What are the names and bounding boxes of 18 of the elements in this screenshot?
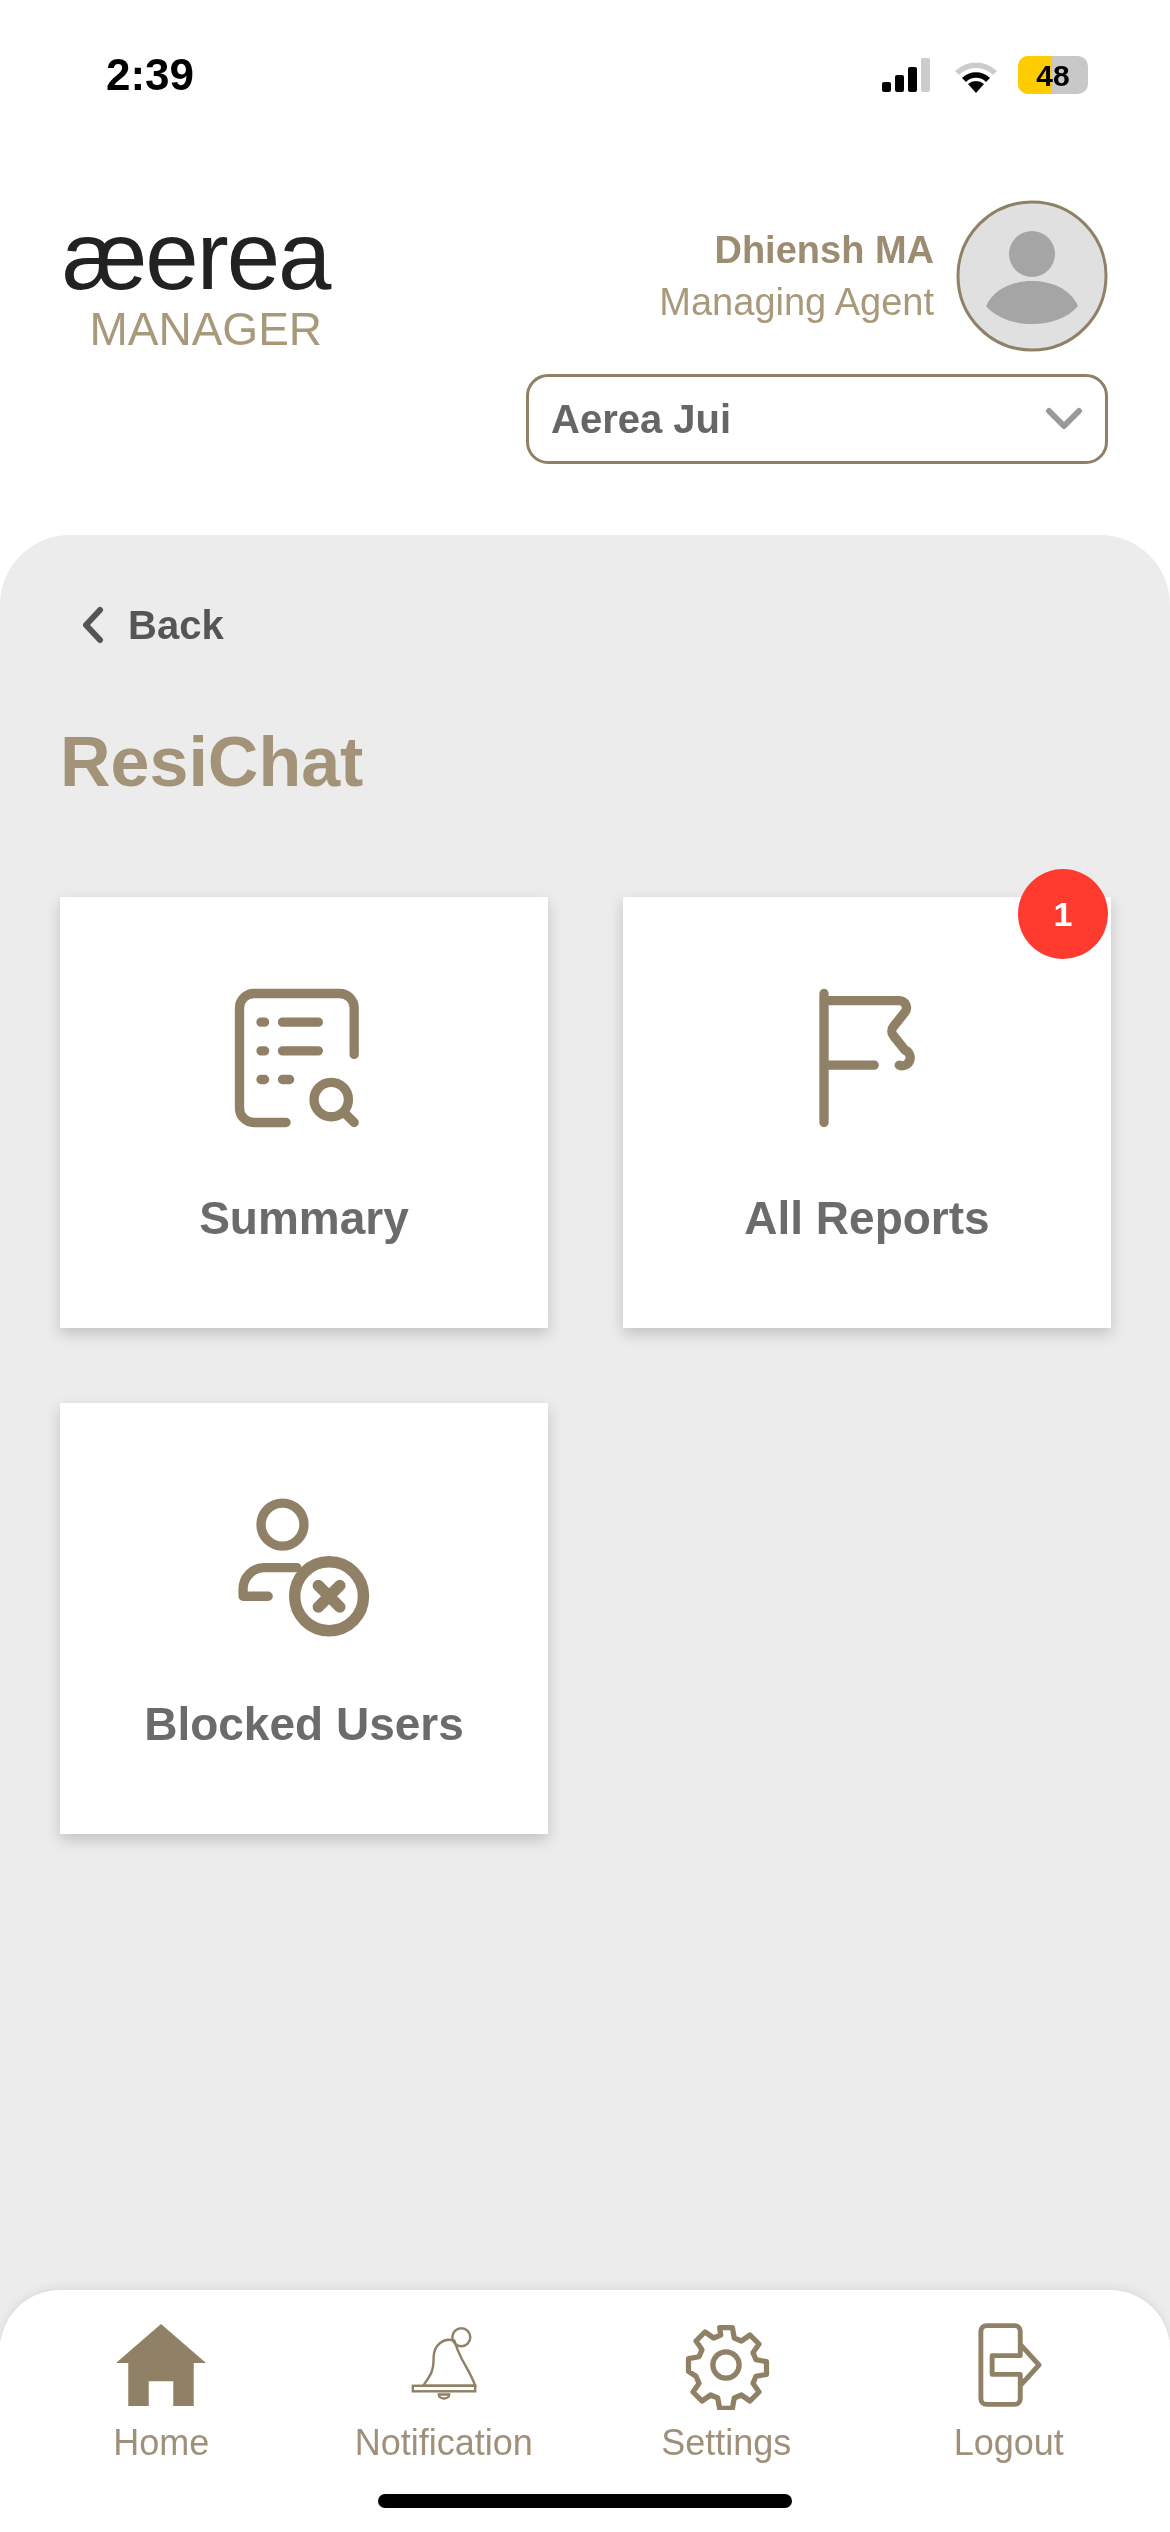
menu-tile[interactable]: Summary <box>60 897 548 1328</box>
page-title: ResiChat <box>60 722 364 803</box>
chevron-left-icon <box>82 606 104 644</box>
tab-bar-item[interactable]: Settings <box>606 2320 847 2470</box>
menu-tile[interactable]: Blocked Users <box>60 1403 548 1834</box>
user-name: Dhiensh MA <box>714 228 934 273</box>
logo-wordmark: æerea <box>62 208 330 304</box>
property-dropdown[interactable]: Aerea Jui <box>526 374 1108 464</box>
back-button[interactable]: Back <box>60 595 224 655</box>
chevron-down-icon <box>1045 407 1083 431</box>
user-role: Managing Agent <box>659 280 934 325</box>
status-time: 2:39 <box>106 49 195 101</box>
logo-subtitle: MANAGER <box>88 304 323 354</box>
tab-bar-item[interactable]: Notification <box>323 2320 564 2470</box>
tab-bar-item[interactable]: Home <box>41 2320 282 2470</box>
tab-bar-item[interactable]: Logout <box>888 2320 1129 2470</box>
avatar-icon <box>956 200 1108 352</box>
notification-badge: 1 <box>1018 869 1108 959</box>
